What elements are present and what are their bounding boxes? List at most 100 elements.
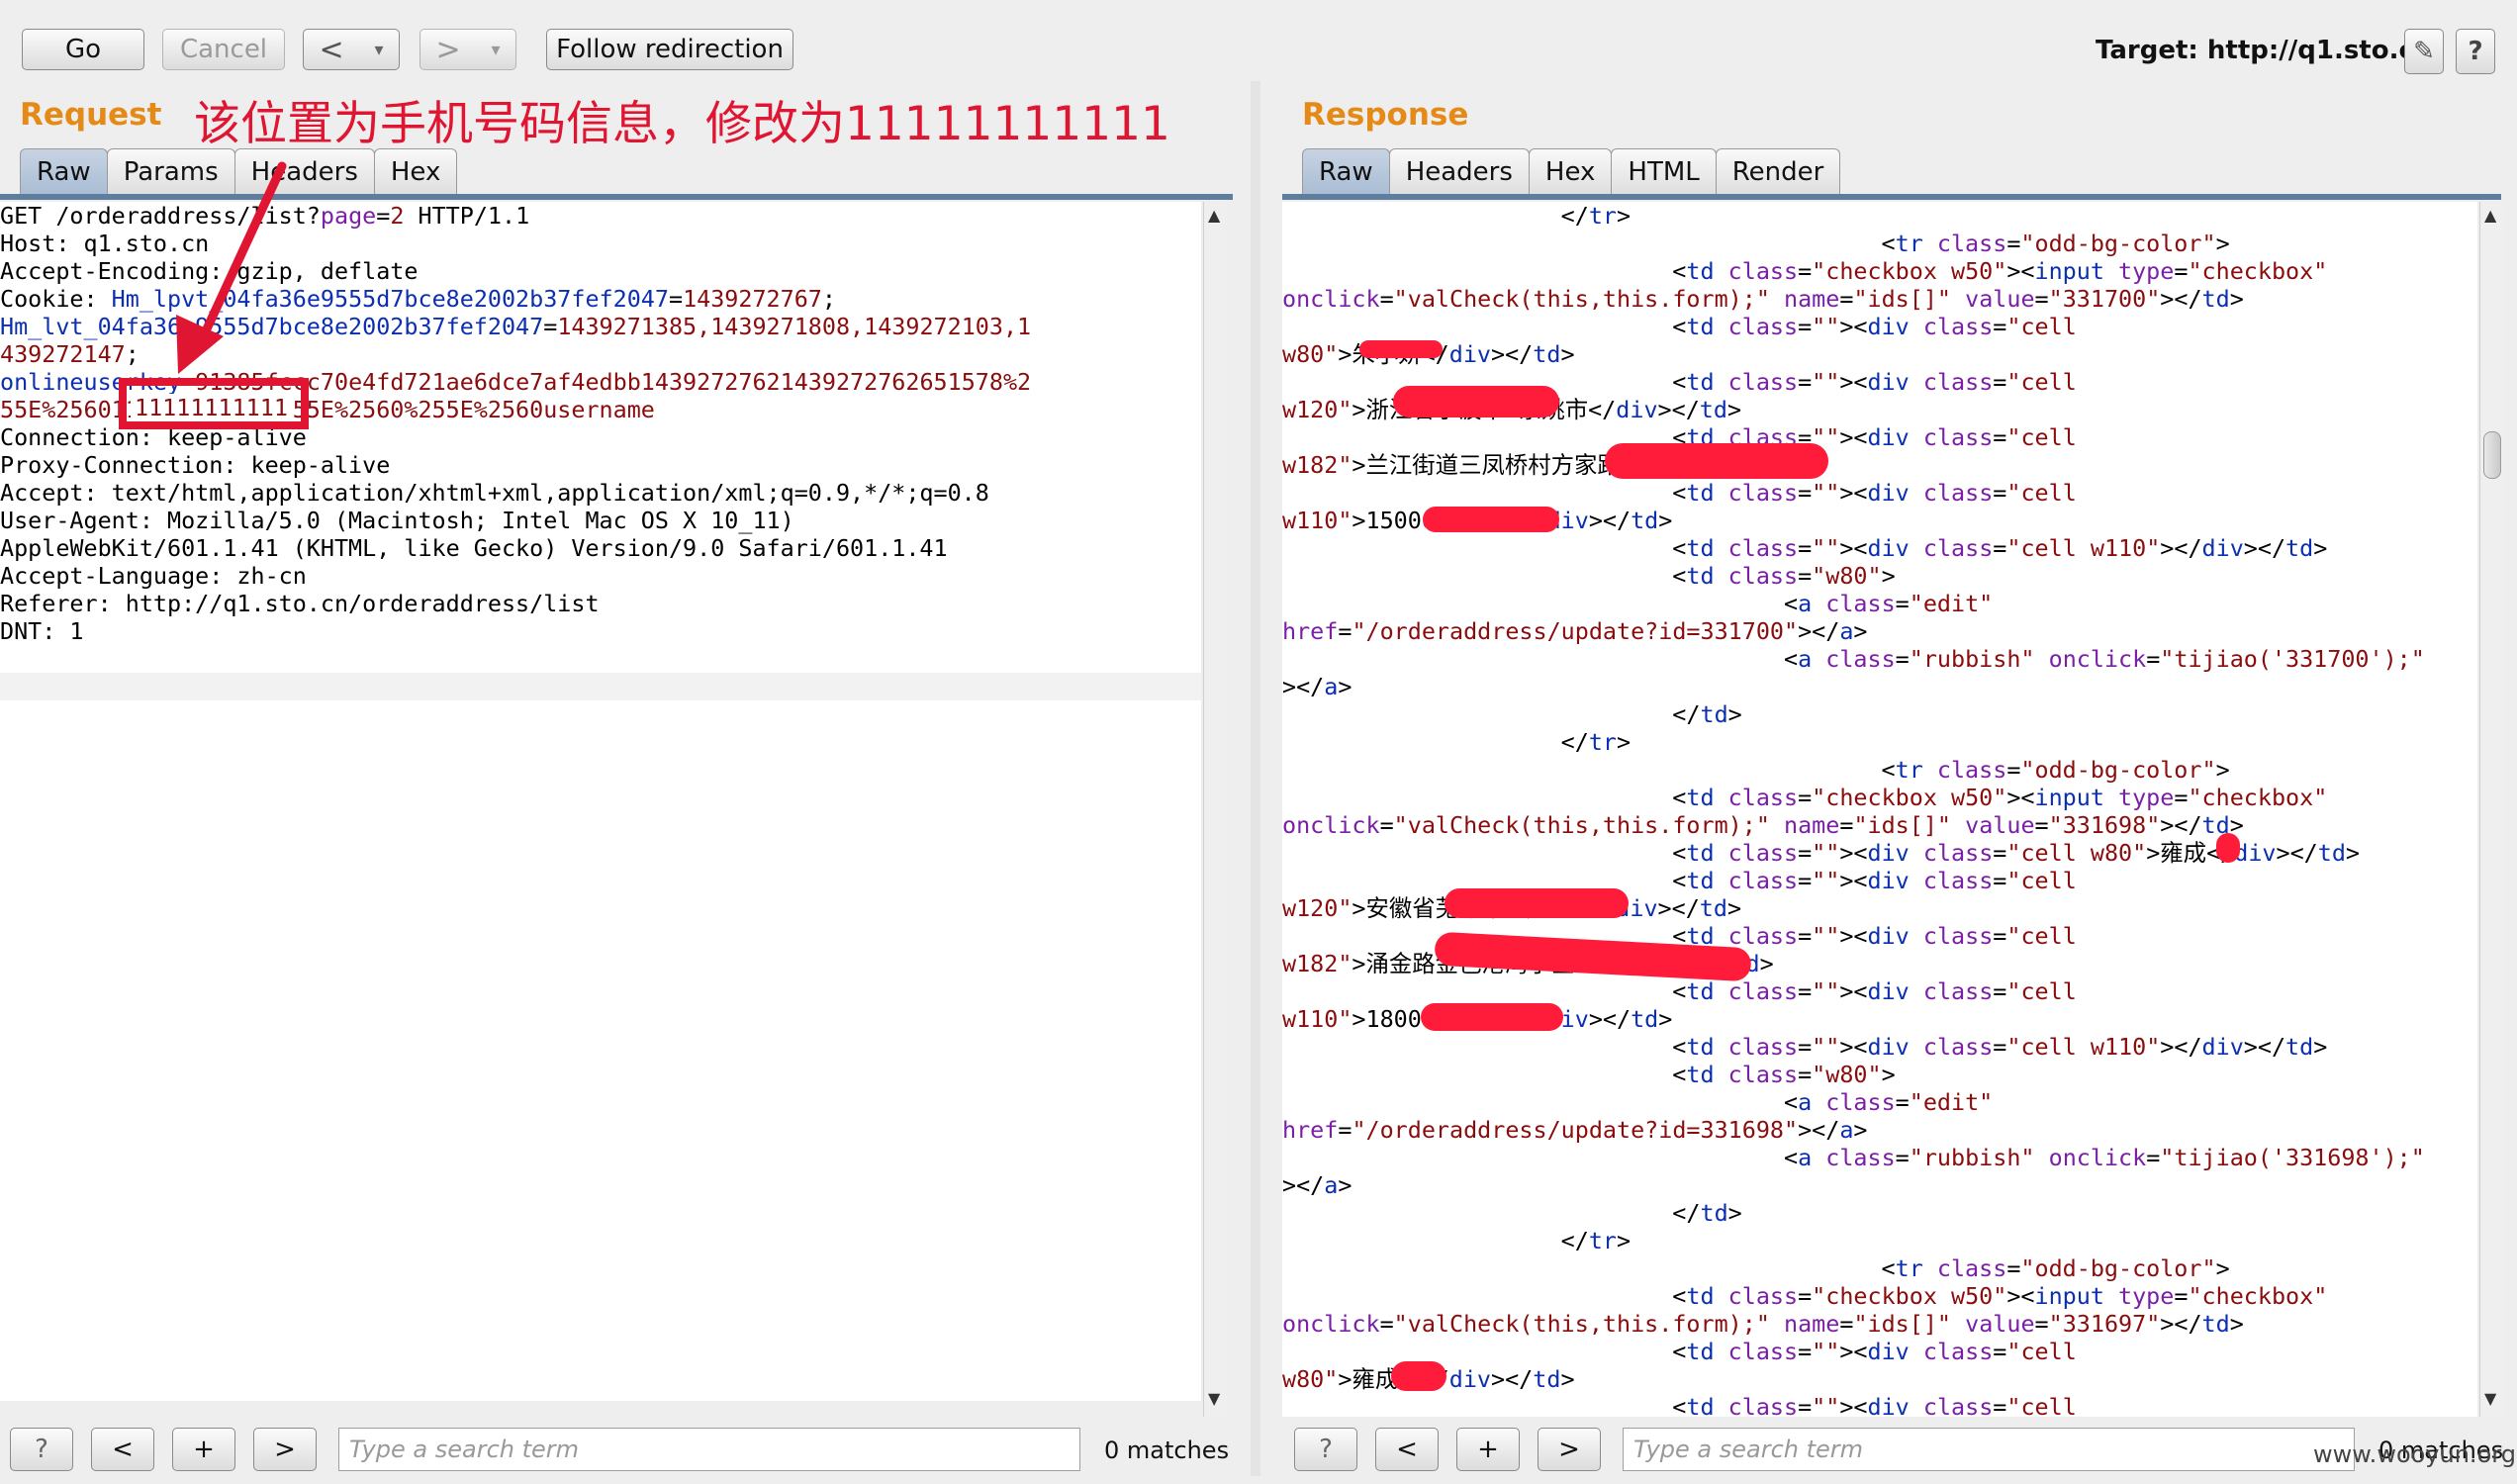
code-line: href="/orderaddress/update?id=331698"></…	[1282, 1116, 2477, 1144]
code-token: "cell	[2006, 313, 2077, 340]
code-token: td	[1699, 894, 1727, 922]
tab-render[interactable]: Render	[1715, 148, 1841, 195]
code-token: class	[1922, 534, 1994, 562]
code-token: =	[1798, 867, 1813, 894]
code-token: ></	[1657, 894, 1700, 922]
code-token: =	[1839, 285, 1854, 313]
code-token: >	[2229, 285, 2244, 313]
code-token: "edit"	[1909, 1088, 1994, 1116]
code-token: <	[1282, 479, 1687, 507]
code-line: <td class=""><div class="cell	[1282, 423, 2477, 451]
code-token: =	[1839, 1310, 1854, 1338]
code-token: a	[1798, 590, 1813, 617]
tab-html[interactable]: HTML	[1611, 148, 1717, 195]
code-token: w182"	[1282, 950, 1352, 977]
code-token: =	[1798, 1338, 1813, 1365]
code-line: ></a>	[1282, 673, 2477, 700]
code-token: "w80"	[1812, 562, 1882, 590]
search-add-button[interactable]: +	[172, 1428, 235, 1471]
code-token: value	[1965, 285, 2035, 313]
search-help-button[interactable]: ?	[1294, 1428, 1357, 1471]
redaction-mark	[1423, 507, 1559, 532]
code-token: ></	[1491, 340, 1534, 368]
response-search-input[interactable]: Type a search term	[1623, 1428, 2355, 1471]
code-token: =	[1993, 479, 2007, 507]
code-token: class	[1936, 1254, 2007, 1282]
code-token: name	[1784, 285, 1840, 313]
code-token: ""	[1812, 368, 1840, 396]
scroll-up-icon[interactable]: ▲	[2484, 206, 2496, 225]
code-token: td	[1686, 257, 1715, 285]
code-token: <	[1282, 977, 1687, 1005]
code-token: div	[1867, 977, 1910, 1005]
code-token: =	[2174, 1282, 2189, 1310]
request-search-input[interactable]: Type a search term	[338, 1428, 1080, 1471]
code-token: <	[1282, 839, 1687, 867]
code-token: ""	[1812, 534, 1840, 562]
code-token: ""	[1812, 1338, 1840, 1365]
code-token: ><	[1839, 368, 1868, 396]
code-token: td	[2285, 1033, 2314, 1061]
code-token: ""	[1812, 977, 1840, 1005]
help-button[interactable]: ?	[2456, 29, 2495, 74]
code-token: <	[1282, 645, 1799, 673]
code-token: >	[1853, 617, 1868, 645]
request-match-count: 0 matches	[1104, 1437, 1230, 1464]
code-token: class	[1727, 313, 1799, 340]
redaction-mark	[1605, 443, 1828, 479]
code-token: =	[2006, 756, 2021, 784]
code-token: </	[1282, 728, 1589, 756]
code-token: Referer: http://q1.sto.cn/orderaddress/l…	[0, 590, 600, 617]
code-token: ></	[2243, 534, 2286, 562]
code-token: class	[1922, 1338, 1994, 1365]
response-scrollbar[interactable]: ▲ ▼	[2479, 202, 2504, 1417]
search-previous-button[interactable]: <	[91, 1428, 154, 1471]
code-token: >	[1727, 700, 1742, 728]
watermark: www.wooyun.org	[2313, 1440, 2516, 1468]
code-token: =	[1338, 617, 1352, 645]
code-token: ;	[821, 285, 836, 313]
search-previous-button[interactable]: <	[1375, 1428, 1439, 1471]
request-scrollbar[interactable]: ▲ ▼	[1203, 202, 1228, 1417]
code-token: ><	[1839, 922, 1868, 950]
code-line: w80">雍成乐</div></td>	[1282, 1365, 2477, 1393]
code-token: td	[2317, 839, 2346, 867]
code-token: "ids[]"	[1853, 1310, 1952, 1338]
code-token: a	[1839, 1116, 1854, 1144]
search-next-button[interactable]: >	[253, 1428, 317, 1471]
code-token: class	[1922, 839, 1994, 867]
code-token: class	[1727, 867, 1799, 894]
code-token: tr	[1895, 230, 1923, 257]
code-token: =	[668, 285, 684, 313]
scroll-down-icon[interactable]: ▼	[1208, 1389, 1220, 1408]
panel-splitter[interactable]	[1251, 81, 1260, 1476]
code-token: onclick	[2048, 1144, 2147, 1171]
tab-raw[interactable]: Raw	[1302, 148, 1390, 195]
code-token: =	[1993, 1393, 2007, 1417]
scroll-thumb[interactable]	[2483, 431, 2501, 479]
edit-target-button[interactable]: ✎	[2404, 29, 2444, 74]
code-token: tr	[1588, 1227, 1617, 1254]
scroll-up-icon[interactable]: ▲	[1208, 206, 1220, 225]
code-token: tr	[1588, 728, 1617, 756]
code-token: =	[1895, 645, 1910, 673]
code-token: >	[2215, 230, 2230, 257]
tab-headers[interactable]: Headers	[1388, 148, 1530, 195]
code-token: href	[1282, 617, 1339, 645]
code-token: >	[1338, 673, 1352, 700]
code-token: >	[1338, 1171, 1352, 1199]
code-token: w182"	[1282, 451, 1352, 479]
search-next-button[interactable]: >	[1538, 1428, 1601, 1471]
code-token: div	[2234, 839, 2277, 867]
code-token: td	[2201, 285, 2230, 313]
code-token: class	[1825, 1088, 1896, 1116]
code-line: <a class="edit"	[1282, 1088, 2477, 1116]
code-token: <	[1282, 756, 1896, 784]
scroll-down-icon[interactable]: ▼	[2484, 1389, 2496, 1408]
tab-hex[interactable]: Hex	[1528, 148, 1613, 195]
response-editor[interactable]: </tr> <tr class="odd-bg-color"> <td clas…	[1282, 202, 2477, 1417]
search-help-button[interactable]: ?	[10, 1428, 73, 1471]
search-add-button[interactable]: +	[1456, 1428, 1520, 1471]
